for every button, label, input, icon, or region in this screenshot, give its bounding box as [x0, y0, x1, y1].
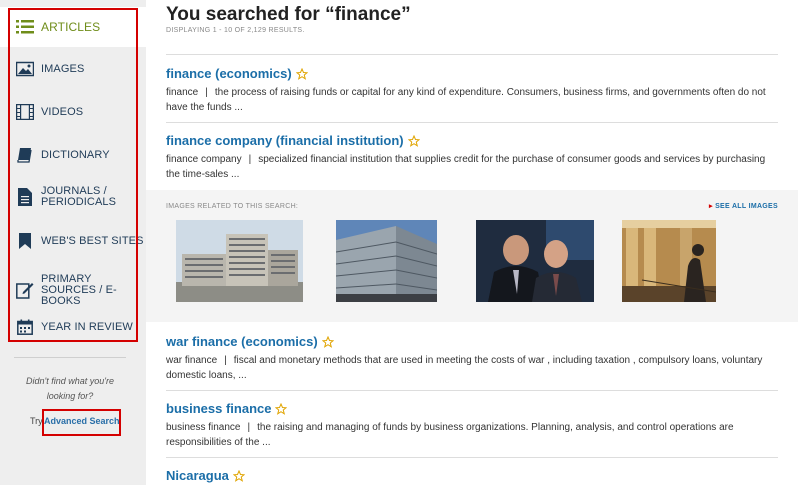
result-description: fiscal and monetary methods that are use… — [166, 355, 763, 381]
divider — [166, 390, 778, 391]
result-term: business finance — [166, 422, 241, 433]
star-icon[interactable] — [232, 469, 245, 482]
result-term: finance — [166, 87, 199, 98]
result-description: the process of raising funds or capital … — [166, 87, 766, 113]
statue-hall-photo — [622, 220, 716, 302]
image-thumbnail[interactable] — [622, 220, 716, 302]
result-title-link[interactable]: war finance (economics) — [166, 334, 318, 349]
office-building-photo — [176, 220, 303, 302]
divider — [166, 122, 778, 123]
results-main: You searched for “finance” DISPLAYING 1 … — [146, 0, 798, 485]
result-separator: | — [224, 355, 227, 366]
result-title-link[interactable]: finance (economics) — [166, 66, 292, 81]
star-icon[interactable] — [321, 335, 334, 348]
page: ARTICLES IMAGES VIDEOS DICTIONARY JOURNA… — [0, 0, 798, 485]
result-item: finance (economics) finance | the process … — [166, 66, 778, 115]
result-item: finance company (financial institution) … — [166, 133, 778, 182]
related-images-label: IMAGES RELATED TO THIS SEARCH: — [166, 203, 299, 210]
page-title: You searched for “finance” — [166, 4, 411, 25]
try-label: Try — [30, 416, 43, 426]
result-separator: | — [205, 87, 208, 98]
star-icon[interactable] — [407, 134, 420, 147]
see-all-images-link[interactable]: ▸ SEE ALL IMAGES — [709, 202, 778, 210]
result-item: Nicaragua — [166, 468, 778, 483]
result-term: finance company — [166, 154, 242, 165]
result-term: war finance — [166, 355, 218, 366]
image-thumbnail[interactable] — [176, 220, 303, 302]
caret-right-icon: ▸ — [708, 203, 713, 210]
divider — [166, 457, 778, 458]
star-icon[interactable] — [275, 402, 288, 415]
officials-meeting-photo — [476, 220, 594, 302]
divider — [166, 54, 778, 55]
star-icon[interactable] — [295, 67, 308, 80]
related-images-strip: IMAGES RELATED TO THIS SEARCH: ▸ SEE ALL… — [146, 190, 798, 322]
result-title-link[interactable]: Nicaragua — [166, 468, 229, 483]
result-item: war finance (economics) war finance | fisc… — [166, 334, 778, 383]
result-title-link[interactable]: business finance — [166, 401, 271, 416]
help-text: Didn't find what you're looking for? — [26, 376, 114, 401]
image-thumbnail[interactable] — [476, 220, 594, 302]
result-title-link[interactable]: finance company (financial institution) — [166, 133, 404, 148]
image-thumbnail[interactable] — [336, 220, 437, 302]
sidebar: ARTICLES IMAGES VIDEOS DICTIONARY JOURNA… — [0, 0, 146, 485]
result-item: business finance business finance | the ra… — [166, 401, 778, 450]
glass-building-photo — [336, 220, 437, 302]
sidebar-divider — [14, 357, 126, 358]
advanced-search-link[interactable]: Advanced Search — [44, 416, 120, 426]
result-separator: | — [247, 422, 251, 433]
result-separator: | — [248, 154, 252, 165]
result-count: DISPLAYING 1 - 10 OF 2,129 RESULTS. — [166, 27, 305, 34]
nav-highlight-outline — [8, 8, 138, 342]
